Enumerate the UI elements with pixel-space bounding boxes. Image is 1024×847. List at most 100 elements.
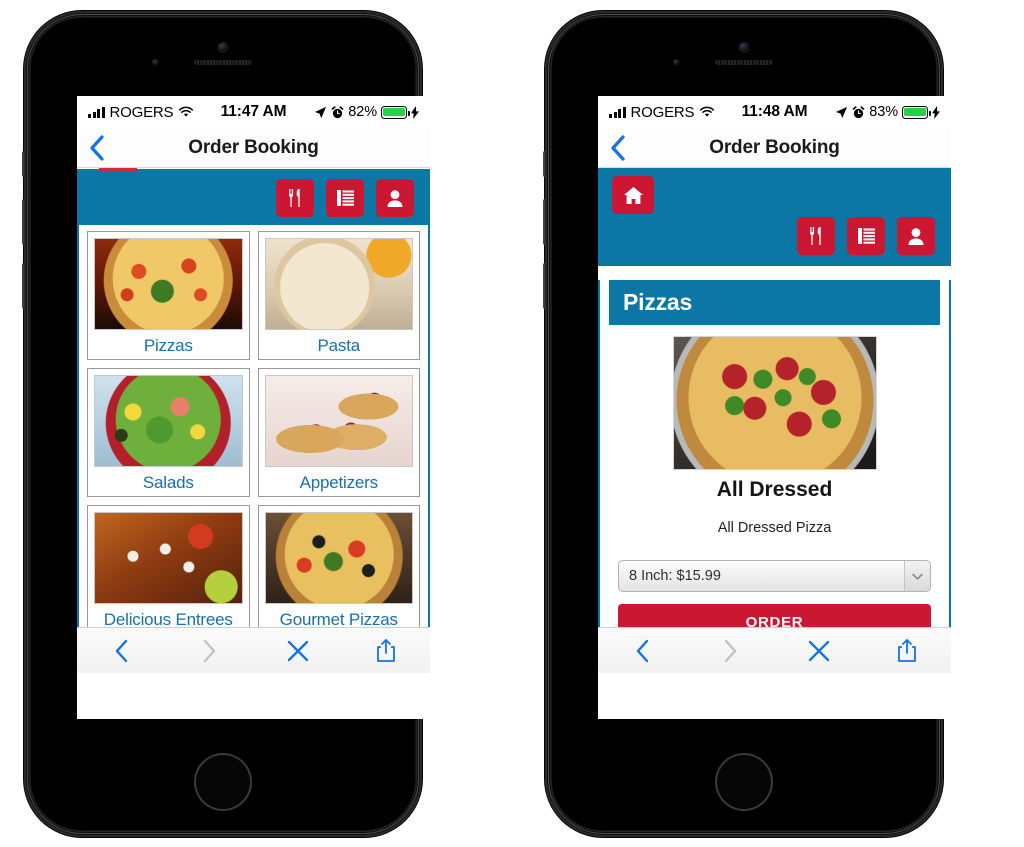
clock-label: 11:48 AM <box>741 103 808 120</box>
chevron-left-icon[interactable] <box>610 134 626 161</box>
webview-right: Pizzas All Dressed All Dressed Pizza 8 I… <box>598 168 951 673</box>
phone-screen-left: ROGERS 11:47 AM 82% Order Booking Pizzas… <box>77 96 430 719</box>
iphone-device-left: ROGERS 11:47 AM 82% Order Booking Pizzas… <box>22 11 430 837</box>
fork-knife-icon <box>809 227 821 245</box>
person-icon <box>387 189 403 207</box>
close-button[interactable] <box>254 640 342 662</box>
category-card-appetizers[interactable]: Appetizers <box>257 368 420 498</box>
earpiece-speaker <box>194 60 252 65</box>
carrier-label: ROGERS <box>109 103 174 121</box>
front-camera-icon <box>218 43 228 52</box>
product-description: All Dressed Pizza <box>717 520 832 536</box>
lightning-bolt-icon <box>411 105 420 119</box>
restaurant-button[interactable] <box>797 217 835 255</box>
app-toolbar-buttons <box>797 217 935 255</box>
status-bar-left: ROGERS <box>609 104 742 121</box>
category-card-gourmet-pizzas[interactable]: Gourmet Pizzas <box>257 505 420 635</box>
carrier-label: ROGERS <box>630 103 695 121</box>
navigation-bar: Order Booking <box>77 128 430 168</box>
orders-button[interactable] <box>326 179 364 217</box>
chevron-left-icon <box>115 639 127 662</box>
volume-up-button[interactable] <box>22 199 26 245</box>
size-price-select[interactable]: 8 Inch: $15.99 <box>618 560 931 592</box>
list-icon <box>857 228 875 244</box>
alarm-clock-icon <box>852 105 865 118</box>
earpiece-speaker <box>715 60 773 65</box>
category-label: Salads <box>142 473 194 493</box>
content-panel: Pizzas All Dressed All Dressed Pizza 8 I… <box>598 280 951 673</box>
share-button[interactable] <box>342 638 430 663</box>
location-arrow-icon <box>315 106 327 118</box>
browser-toolbar <box>598 627 951 673</box>
back-button[interactable] <box>598 639 686 663</box>
category-label: Appetizers <box>299 473 379 493</box>
category-thumbnail <box>264 238 413 330</box>
page-title: Order Booking <box>188 136 319 158</box>
share-button[interactable] <box>863 638 951 663</box>
size-price-value: 8 Inch: $15.99 <box>629 568 721 584</box>
category-card-delicious-entrees[interactable]: Delicious Entrees <box>87 505 250 635</box>
category-thumbnail <box>264 375 413 468</box>
fork-knife-icon <box>288 189 300 207</box>
account-button[interactable] <box>897 217 935 255</box>
person-icon <box>908 227 924 245</box>
front-camera-icon <box>739 43 749 52</box>
home-button[interactable] <box>715 753 773 811</box>
chevron-left-icon[interactable] <box>89 134 105 161</box>
close-button[interactable] <box>775 640 863 662</box>
phone-screen-right: ROGERS 11:48 AM 83% Order Booking Pizzas… <box>598 96 951 719</box>
mute-switch[interactable] <box>22 151 26 177</box>
status-bar-left: ROGERS <box>88 104 221 121</box>
signal-bars-icon <box>88 106 105 118</box>
status-bar-right: 82% <box>286 104 420 120</box>
list-icon <box>336 190 354 206</box>
home-button-app[interactable] <box>612 176 654 214</box>
status-bar-right: 83% <box>807 104 941 120</box>
location-arrow-icon <box>836 106 848 118</box>
mute-switch[interactable] <box>543 151 547 177</box>
app-toolbar <box>598 168 951 266</box>
volume-down-button[interactable] <box>22 263 26 309</box>
restaurant-button[interactable] <box>276 179 314 217</box>
navigation-bar: Order Booking <box>598 128 951 168</box>
clock-label: 11:47 AM <box>220 103 287 120</box>
iphone-device-right: ROGERS 11:48 AM 83% Order Booking Pizzas… <box>543 11 951 837</box>
category-thumbnail <box>94 512 243 605</box>
share-icon <box>897 639 916 662</box>
status-bar: ROGERS 11:48 AM 83% <box>598 96 951 128</box>
product-image <box>672 336 877 470</box>
volume-down-button[interactable] <box>543 263 547 309</box>
alarm-clock-icon <box>331 105 344 118</box>
close-x-icon <box>287 640 308 661</box>
content-panel: Pizzas Pasta Salads Appetizers Delicious… <box>77 225 430 673</box>
forward-button[interactable] <box>165 639 253 663</box>
product-detail: All Dressed All Dressed Pizza 8 Inch: $1… <box>600 325 949 640</box>
volume-up-button[interactable] <box>543 199 547 245</box>
page-title: Order Booking <box>709 136 840 158</box>
battery-icon <box>381 105 410 119</box>
status-bar: ROGERS 11:47 AM 82% <box>77 96 430 128</box>
app-toolbar-buttons <box>276 179 414 217</box>
product-name: All Dressed <box>716 478 833 501</box>
category-card-pasta[interactable]: Pasta <box>257 231 420 361</box>
category-card-salads[interactable]: Salads <box>87 368 250 498</box>
proximity-sensor-icon <box>152 59 159 66</box>
chevron-down-icon <box>904 561 930 591</box>
wifi-icon <box>179 106 194 117</box>
battery-percent-label: 82% <box>348 104 378 120</box>
category-thumbnail <box>94 375 243 468</box>
signal-bars-icon <box>609 106 626 118</box>
forward-button[interactable] <box>686 639 774 663</box>
category-label: Pasta <box>317 336 361 355</box>
battery-percent-label: 83% <box>869 104 899 120</box>
category-card-pizzas[interactable]: Pizzas <box>87 231 250 361</box>
house-icon <box>623 186 643 204</box>
category-label: Pizzas <box>143 336 193 355</box>
orders-button[interactable] <box>847 217 885 255</box>
category-thumbnail <box>264 512 413 605</box>
webview-left: Pizzas Pasta Salads Appetizers Delicious… <box>77 168 430 673</box>
back-button[interactable] <box>77 639 165 663</box>
account-button[interactable] <box>376 179 414 217</box>
home-button[interactable] <box>194 753 252 811</box>
battery-icon <box>902 105 931 119</box>
